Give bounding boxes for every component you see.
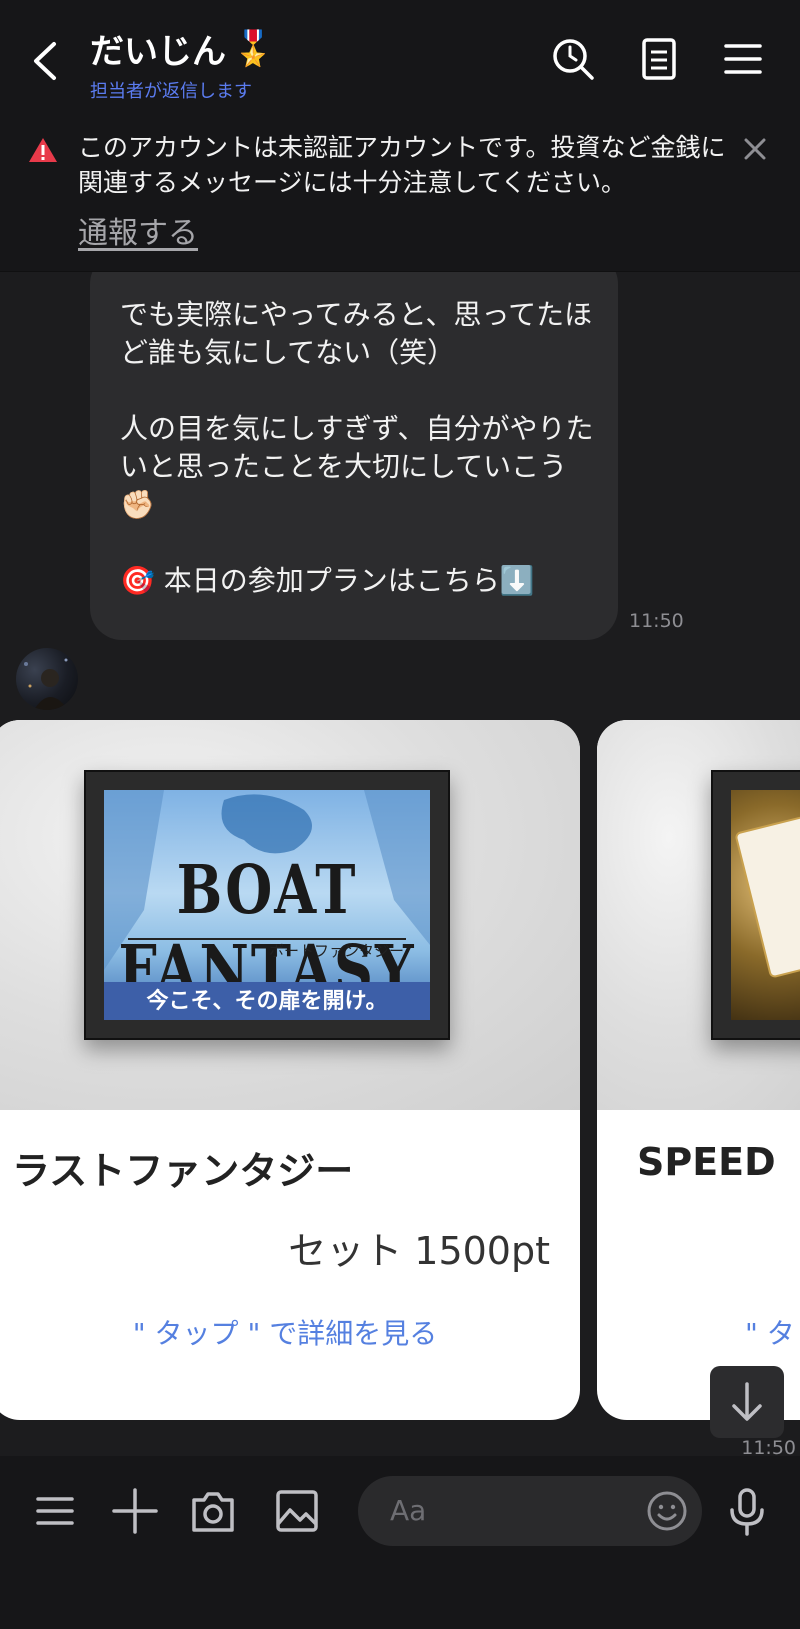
notes-icon[interactable]	[634, 34, 684, 84]
card-title: SPEED	[637, 1140, 776, 1184]
camera-icon[interactable]	[186, 1484, 240, 1538]
mic-icon[interactable]	[720, 1484, 774, 1538]
scroll-to-bottom-button[interactable]	[710, 1366, 784, 1438]
playing-card-icon	[734, 811, 800, 979]
carousel-card[interactable]: BOAT FANTASY ボートファンタジー 今こそ、その扉を開け。 ラストファ…	[0, 720, 580, 1420]
message-text: でも実際にやってみると、思ってたほど誰も気にしてない（笑） 人の目を気にしすぎず…	[120, 298, 594, 597]
chat-title-block[interactable]: だいじん 🎖️ 担当者が返信します	[90, 24, 274, 103]
poster-image: BOAT FANTASY ボートファンタジー 今こそ、その扉を開け。	[104, 790, 430, 1020]
medal-icon: 🎖️	[232, 28, 275, 69]
menu-icon[interactable]	[718, 34, 768, 84]
plus-icon[interactable]	[108, 1484, 162, 1538]
carousel-card[interactable]: SPEED " タ	[597, 720, 800, 1420]
menu-icon[interactable]	[28, 1484, 82, 1538]
card-image	[597, 720, 800, 1110]
card-detail-link[interactable]: " タ	[745, 1312, 795, 1352]
image-icon[interactable]	[270, 1484, 324, 1538]
poster-tagline: 今こそ、その扉を開け。	[104, 982, 430, 1020]
input-bar: Aa	[0, 1456, 800, 1629]
chat-header: だいじん 🎖️ 担当者が返信します	[0, 0, 800, 120]
close-icon[interactable]	[740, 134, 770, 164]
message-timestamp: 11:50	[629, 610, 684, 632]
unverified-warning-banner: このアカウントは未認証アカウントです。投資など金銭に関連するメッセージには十分注…	[0, 120, 800, 272]
message-bubble[interactable]: でも実際にやってみると、思ってたほど誰も気にしてない（笑） 人の目を気にしすぎず…	[90, 272, 618, 640]
poster-subtitle: ボートファンタジー	[268, 942, 404, 960]
message-timestamp: 11:50	[741, 1437, 796, 1456]
card-title: ラストファンタジー	[12, 1149, 354, 1193]
card-image: BOAT FANTASY ボートファンタジー 今こそ、その扉を開け。	[0, 720, 580, 1110]
poster-image	[731, 790, 800, 1020]
search-icon[interactable]	[548, 34, 598, 84]
poster-frame	[711, 770, 800, 1040]
emoji-icon[interactable]	[646, 1490, 688, 1532]
back-icon[interactable]	[26, 36, 66, 86]
avatar[interactable]	[16, 648, 78, 710]
message-input-placeholder: Aa	[390, 1494, 427, 1527]
card-price: セット 1500pt	[288, 1229, 550, 1273]
report-link[interactable]: 通報する	[78, 208, 198, 252]
message-input[interactable]: Aa	[358, 1476, 702, 1546]
chat-subtitle: 担当者が返信します	[90, 81, 252, 102]
poster-frame: BOAT FANTASY ボートファンタジー 今こそ、その扉を開け。	[84, 770, 450, 1040]
chat-area[interactable]: でも実際にやってみると、思ってたほど誰も気にしてない（笑） 人の目を気にしすぎず…	[0, 272, 800, 1456]
warning-icon	[28, 136, 58, 168]
chat-title-text: だいじん	[90, 32, 226, 72]
chat-title: だいじん 🎖️	[90, 24, 274, 73]
warning-text: このアカウントは未認証アカウントです。投資など金銭に関連するメッセージには十分注…	[78, 133, 726, 197]
card-detail-link[interactable]: " タップ " で詳細を見る	[0, 1312, 580, 1352]
